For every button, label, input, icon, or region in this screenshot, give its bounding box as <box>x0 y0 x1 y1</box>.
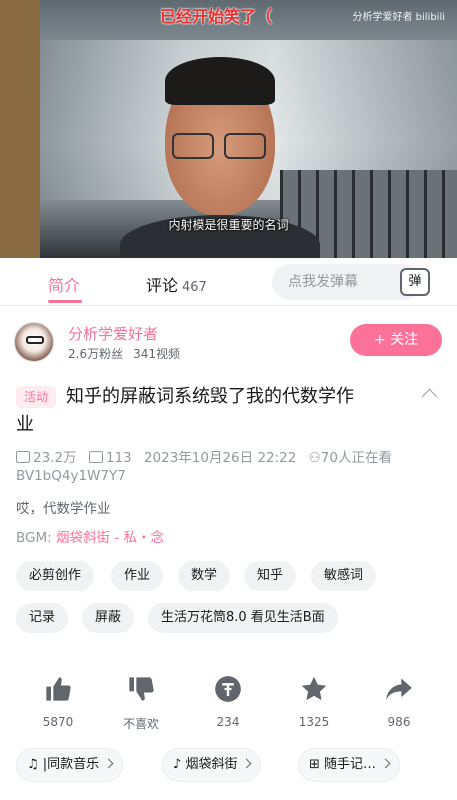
play-count-icon <box>16 451 30 463</box>
bgm-song-link[interactable]: 烟袋斜街 - 私・念 <box>56 530 164 546</box>
share-button[interactable]: 986 <box>363 675 435 729</box>
publish-date: 2023年10月26日 22:22 <box>143 450 297 466</box>
same-music-chip[interactable]: ♫ |同款音乐 <box>16 748 124 782</box>
video-player[interactable]: 已经开始笑了（ 分析学爱好者 bilibili 内射模是很重要的名词 <box>0 0 457 258</box>
bgm-label: BGM: <box>16 530 52 546</box>
tag-chip[interactable]: 必剪创作 <box>16 561 95 591</box>
tag-chip[interactable]: 知乎 <box>244 561 297 591</box>
tag-chip[interactable]: 数学 <box>178 561 231 591</box>
favorite-button[interactable]: 1325 <box>278 675 350 729</box>
dislike-label: 不喜欢 <box>122 717 159 731</box>
view-count: 23.2万 <box>33 450 77 466</box>
fans-count: 2.6万粉丝 <box>68 347 124 361</box>
tab-comments[interactable]: 评论 467 <box>146 272 207 296</box>
chevron-up-icon[interactable] <box>420 386 440 400</box>
event-tag[interactable]: 活动 <box>16 386 57 408</box>
like-count: 5870 <box>42 715 74 729</box>
song-chip[interactable]: ♪ 烟袋斜街 <box>162 748 262 782</box>
tag-chip[interactable]: 作业 <box>111 561 164 591</box>
music-note-icon: ♫ <box>27 757 39 772</box>
action-bar: 5870 不喜欢 234 1325 986 <box>0 675 457 735</box>
chevron-right-icon <box>103 758 114 769</box>
uploader-stats: 2.6万粉丝 341视频 <box>68 345 180 362</box>
thumb-down-icon <box>129 677 154 701</box>
coin-button[interactable]: 234 <box>192 675 264 729</box>
share-icon <box>386 678 412 700</box>
coin-count: 234 <box>216 715 240 729</box>
chip-label: 烟袋斜街 <box>185 757 238 772</box>
chevron-right-icon <box>242 758 252 769</box>
video-title-line2: 业 <box>16 414 34 435</box>
dislike-button[interactable]: 不喜欢 <box>105 675 177 732</box>
tab-intro[interactable]: 简介 <box>48 272 80 296</box>
tab-active-indicator <box>48 300 82 303</box>
video-title: 知乎的屏蔽词系统毁了我的代数学作 业 <box>16 383 416 439</box>
video-description: 哎，代数学作业 <box>16 501 111 517</box>
note-chip[interactable]: ⊞ 随手记… <box>298 748 401 782</box>
danmaku-comment: 已经开始笑了（ <box>160 7 273 26</box>
chip-label: |同款音乐 <box>42 757 100 772</box>
video-title-line1: 知乎的屏蔽词系统毁了我的代数学作 <box>66 386 354 407</box>
follow-button[interactable]: + 关注 <box>350 324 442 356</box>
star-icon <box>301 676 327 701</box>
tag-chip[interactable]: 敏感词 <box>311 561 377 591</box>
thumb-up-icon <box>46 677 71 701</box>
tag-chip[interactable]: 屏蔽 <box>82 603 135 633</box>
watching-count: 70人正在看 <box>320 450 392 466</box>
bvid: BV1bQ4y1W7Y7 <box>16 468 126 484</box>
chevron-right-icon <box>380 758 391 769</box>
tab-comments-label: 评论 <box>146 276 179 295</box>
music-note-icon: ♪ <box>173 757 182 772</box>
danmaku-count-icon <box>88 451 103 463</box>
tag-chip[interactable]: 记录 <box>16 603 69 633</box>
danmaku-count: 113 <box>105 450 132 466</box>
grid-icon: ⊞ <box>309 757 320 772</box>
video-subtitle: 内射模是很重要的名词 <box>168 218 289 232</box>
video-meta: 23.2万 113 2023年10月26日 22:22 ⚇70人正在看 <box>16 446 446 466</box>
tag-chip[interactable]: 生活万花筒8.0 看见生活B面 <box>148 603 338 633</box>
comment-count: 467 <box>182 280 207 295</box>
bgm-info: BGM: 烟袋斜街 - 私・念 <box>16 526 164 546</box>
like-button[interactable]: 5870 <box>22 675 94 729</box>
watching-icon: ⚇ <box>308 450 321 466</box>
coin-icon <box>215 676 241 702</box>
uploader-name[interactable]: 分析学爱好者 <box>68 323 158 344</box>
tab-bar: 简介 评论 467 点我发弹幕 弹 <box>0 258 457 306</box>
avatar[interactable] <box>14 322 54 362</box>
danmaku-toggle-icon[interactable]: 弹 <box>400 268 430 296</box>
chip-label: 随手记… <box>324 757 377 772</box>
video-count: 341视频 <box>133 347 180 361</box>
video-watermark: 分析学爱好者 bilibili <box>352 12 445 23</box>
favorite-count: 1325 <box>298 715 330 729</box>
share-count: 986 <box>387 715 411 729</box>
